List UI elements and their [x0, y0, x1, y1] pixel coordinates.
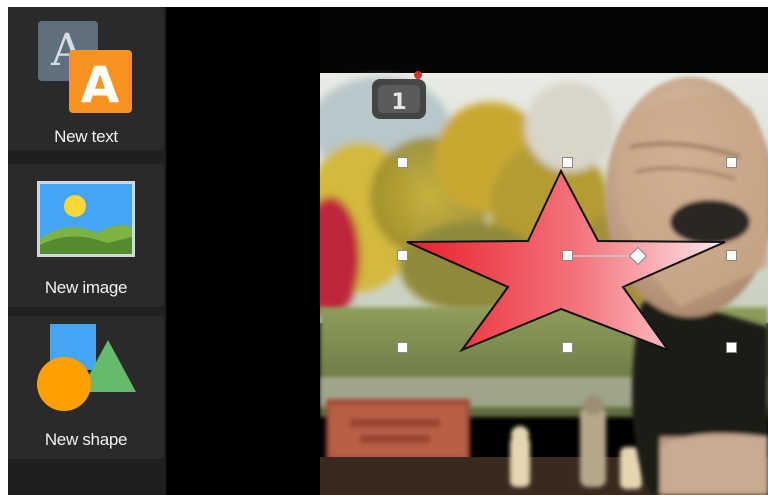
text-icon: A A	[38, 21, 132, 114]
resize-handle-right[interactable]	[726, 250, 737, 261]
resize-handle-top-left[interactable]	[397, 157, 408, 168]
svg-text:1: 1	[391, 90, 406, 115]
new-shape-button[interactable]: New shape	[8, 316, 164, 459]
new-text-button[interactable]: A A New text	[8, 7, 164, 150]
svg-text:A: A	[81, 56, 120, 114]
video-frame-image: 1	[320, 7, 768, 495]
video-canvas[interactable]: 1	[320, 7, 768, 495]
editor-frame: A A New text New image New shape 1	[8, 7, 768, 495]
resize-handle-bottom[interactable]	[562, 342, 573, 353]
tool-panel: A A New text New image New shape	[8, 7, 166, 495]
shape-icon	[37, 324, 136, 411]
new-image-button[interactable]: New image	[8, 164, 164, 307]
resize-handle-left[interactable]	[397, 250, 408, 261]
resize-handle-top[interactable]	[562, 157, 573, 168]
move-handle-center[interactable]	[562, 250, 573, 261]
resize-handle-bottom-right[interactable]	[726, 342, 737, 353]
new-image-label: New image	[44, 278, 128, 297]
new-shape-label: New shape	[44, 430, 128, 449]
resize-handle-bottom-left[interactable]	[397, 342, 408, 353]
new-text-label: New text	[54, 127, 118, 146]
resize-handle-top-right[interactable]	[726, 157, 737, 168]
image-icon	[37, 181, 135, 257]
canvas-margin	[166, 7, 320, 495]
